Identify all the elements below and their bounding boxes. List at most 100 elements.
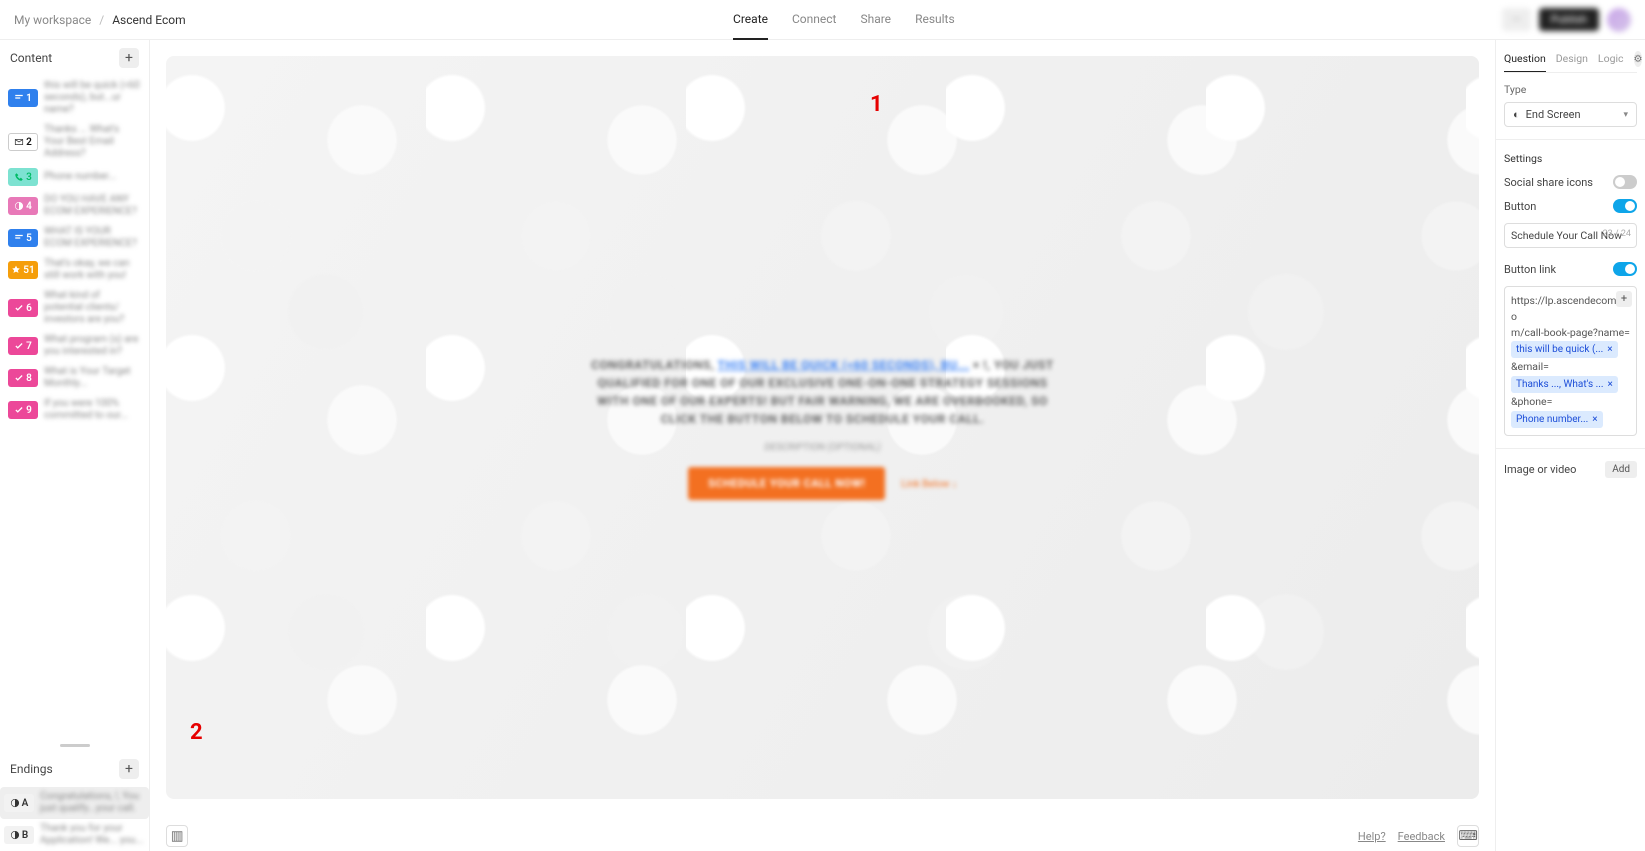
question-label: this will be quick (<60 seconds), but...…	[44, 80, 141, 116]
end-cta-button[interactable]: SCHEDULE YOUR CALL NOW!	[688, 467, 885, 500]
question-label: DO YOU HAVE ANY ECOM EXPERIENCE?	[44, 194, 141, 218]
right-panel: Question Design Logic ⚙ Type ◐ End Scree…	[1495, 40, 1645, 851]
content-heading: Content	[10, 51, 52, 65]
social-share-label: Social share icons	[1504, 176, 1593, 189]
question-item[interactable]: 3 Phone number...	[4, 164, 145, 190]
panel-drag-handle[interactable]	[60, 744, 90, 747]
end-link-hint: Link Below ↓	[901, 479, 957, 490]
content-list: 1 this will be quick (<60 seconds), but..…	[0, 76, 149, 426]
question-badge: 9	[8, 401, 38, 419]
question-item[interactable]: 2 Thanks ... What's Your Best Email Addre…	[4, 120, 145, 164]
chip-label: Thanks ..., What's ...	[1516, 377, 1604, 392]
right-tabs: Question Design Logic ⚙	[1504, 46, 1637, 73]
endings-list: ACongratulations, !, You just qualify...…	[0, 787, 149, 851]
shortcuts-button[interactable]: ⌨	[1457, 825, 1479, 847]
rtab-design[interactable]: Design	[1556, 46, 1588, 72]
end-description[interactable]: DESCRIPTION (OPTIONAL)	[583, 442, 1063, 453]
rtab-question[interactable]: Question	[1504, 46, 1546, 72]
tab-connect[interactable]: Connect	[792, 0, 836, 40]
social-share-toggle[interactable]	[1613, 175, 1637, 189]
question-label: Thanks ... What's Your Best Email Addres…	[44, 124, 141, 160]
gear-icon[interactable]: ⚙	[1634, 51, 1643, 67]
canvas-area: CONGRATULATIONS, THIS WILL BE QUICK (<60…	[150, 40, 1495, 851]
question-badge: 3	[8, 168, 38, 186]
chip-label: Phone number...	[1516, 412, 1588, 427]
help-link[interactable]: Help?	[1358, 830, 1386, 843]
recall-chip-name[interactable]: this will be quick (... ×	[1511, 341, 1618, 358]
rtab-logic[interactable]: Logic	[1598, 46, 1624, 72]
tab-results[interactable]: Results	[915, 0, 955, 40]
top-right: ··· Publish	[1502, 8, 1631, 32]
type-select[interactable]: ◐ End Screen ▾	[1504, 102, 1637, 127]
add-recall-button[interactable]: +	[1616, 291, 1632, 307]
button-toggle[interactable]	[1613, 199, 1637, 213]
recall-chip-email[interactable]: Thanks ..., What's ... ×	[1511, 376, 1618, 393]
chip-label: this will be quick (...	[1516, 342, 1603, 357]
question-item[interactable]: 4DO YOU HAVE ANY ECOM EXPERIENCE?	[4, 190, 145, 222]
breadcrumb: My workspace / Ascend Ecom	[14, 13, 186, 27]
add-content-button[interactable]: +	[119, 48, 139, 68]
question-item[interactable]: 1 this will be quick (<60 seconds), but..…	[4, 76, 145, 120]
annotation-number-1: 1	[870, 92, 883, 117]
chip-remove-icon[interactable]: ×	[1592, 412, 1597, 427]
breadcrumb-workspace[interactable]: My workspace	[14, 13, 91, 27]
recall-chip-phone[interactable]: Phone number... ×	[1511, 411, 1603, 428]
question-item[interactable]: 8 What is Your Target Monthly...	[4, 362, 145, 394]
url-text-2: m/call-book-page?name=	[1511, 326, 1630, 339]
form-canvas[interactable]: CONGRATULATIONS, THIS WILL BE QUICK (<60…	[166, 56, 1479, 799]
question-badge: 51	[8, 261, 38, 279]
end-screen-content: CONGRATULATIONS, THIS WILL BE QUICK (<60…	[583, 356, 1063, 500]
question-label: If you were 100% committed to our...	[44, 398, 141, 422]
type-value: End Screen	[1526, 108, 1581, 121]
url-param-email: &email=	[1511, 360, 1549, 373]
ending-label: Thank you for your Application! We... yo…	[40, 823, 145, 847]
question-badge: 5	[8, 229, 38, 247]
question-label: What kind of potential clients/ investor…	[44, 290, 141, 326]
question-item[interactable]: 6 What kind of potential clients/ investo…	[4, 286, 145, 330]
question-label: What is Your Target Monthly...	[44, 366, 141, 390]
settings-label: Settings	[1504, 152, 1637, 165]
tab-create[interactable]: Create	[733, 0, 768, 40]
ending-item[interactable]: ACongratulations, !, You just qualify...…	[0, 787, 149, 819]
ending-badge: B	[4, 826, 34, 844]
end-headline[interactable]: CONGRATULATIONS, THIS WILL BE QUICK (<60…	[583, 356, 1063, 428]
endings-heading: Endings	[10, 762, 53, 776]
question-item[interactable]: 5WHAT IS YOUR ECOM EXPERIENCE?	[4, 222, 145, 254]
annotation-number-2: 2	[190, 720, 203, 745]
button-text-counter: 23 / 24	[1603, 229, 1631, 239]
layout-toggle-button[interactable]: ▥	[166, 825, 188, 847]
question-badge: 8	[8, 369, 38, 387]
chevron-down-icon: ▾	[1623, 110, 1628, 120]
publish-button[interactable]: Publish	[1539, 8, 1599, 31]
tab-share[interactable]: Share	[860, 0, 891, 40]
image-video-label: Image or video	[1504, 463, 1576, 476]
chip-remove-icon[interactable]: ×	[1608, 377, 1613, 392]
breadcrumb-project[interactable]: Ascend Ecom	[112, 13, 185, 27]
question-badge: 7	[8, 337, 38, 355]
question-item[interactable]: 7What program (s) are you interested in?	[4, 330, 145, 362]
url-text-1: https://lp.ascendecom.co	[1511, 294, 1625, 323]
more-button[interactable]: ···	[1502, 8, 1531, 31]
question-badge: 1	[8, 89, 38, 107]
ending-label: Congratulations, !, You just qualify...y…	[40, 791, 145, 815]
feedback-link[interactable]: Feedback	[1398, 830, 1445, 843]
avatar[interactable]	[1607, 8, 1631, 32]
add-ending-button[interactable]: +	[119, 759, 139, 779]
question-badge: 6	[8, 299, 38, 317]
url-param-phone: &phone=	[1511, 395, 1552, 408]
headline-recall-remove[interactable]: ×	[973, 358, 980, 372]
chip-remove-icon[interactable]: ×	[1607, 342, 1612, 357]
question-label: Phone number...	[44, 171, 116, 183]
question-item[interactable]: 9 If you were 100% committed to our...	[4, 394, 145, 426]
type-label: Type	[1504, 83, 1637, 96]
question-item[interactable]: 51That's okay, we can still work with yo…	[4, 254, 145, 286]
button-link-toggle[interactable]	[1613, 262, 1637, 276]
add-media-button[interactable]: Add	[1605, 461, 1637, 478]
top-nav: Create Connect Share Results	[733, 0, 955, 39]
button-link-input[interactable]: + https://lp.ascendecom.co m/call-book-p…	[1504, 286, 1637, 436]
half-icon: ◐	[1513, 108, 1520, 121]
question-badge: 2	[8, 133, 38, 151]
ending-item[interactable]: B Thank you for your Application! We... y…	[0, 819, 149, 851]
headline-recall-chip[interactable]: THIS WILL BE QUICK (<60 SECONDS), BU...	[717, 358, 969, 372]
left-panel: Content + 1 this will be quick (<60 secon…	[0, 40, 150, 851]
